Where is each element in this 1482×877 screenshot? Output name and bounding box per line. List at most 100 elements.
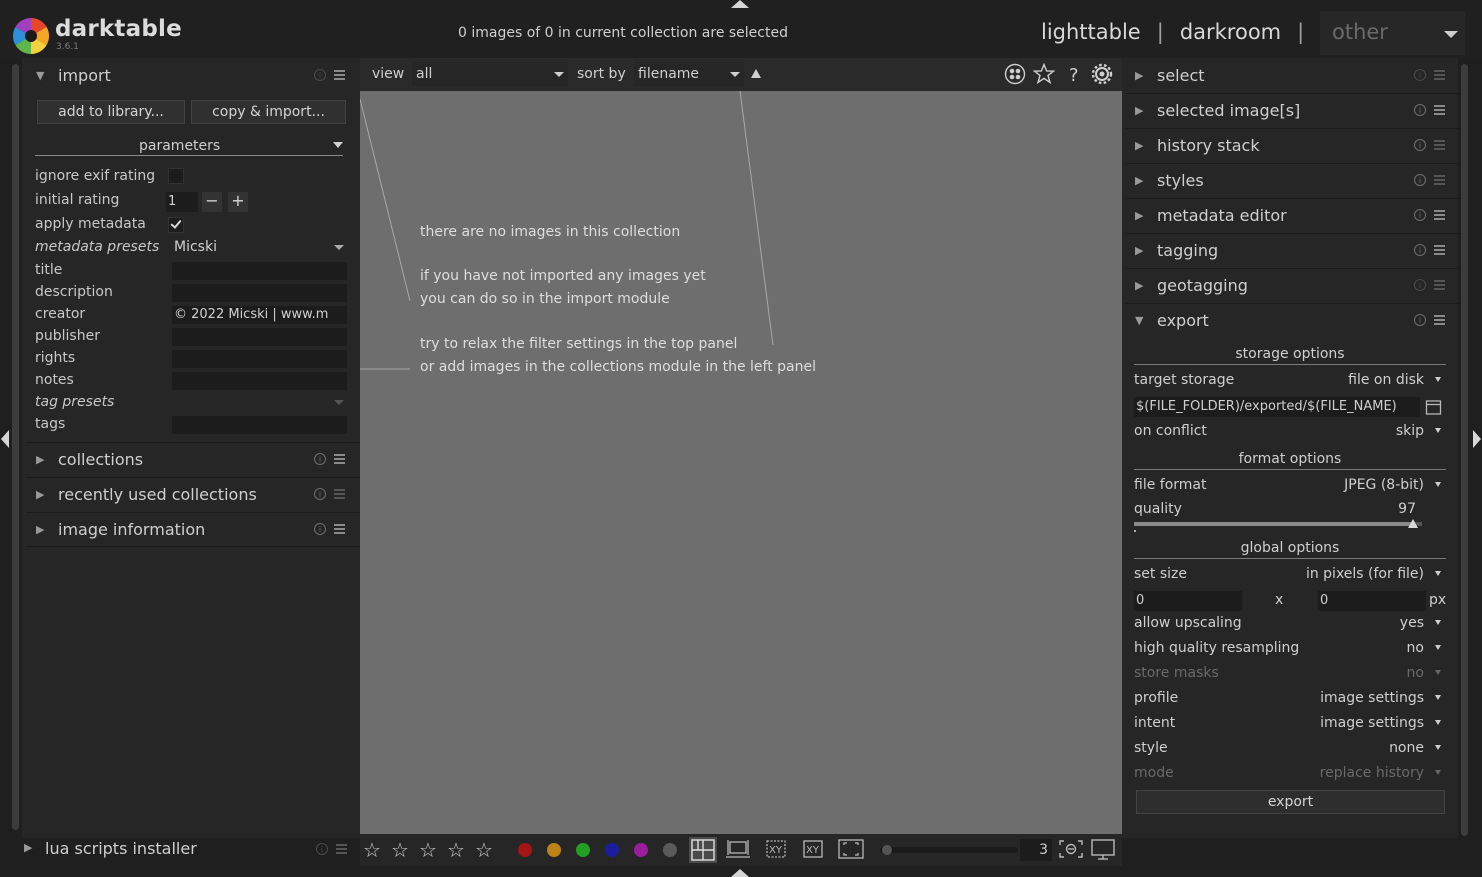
module-header-export[interactable]: ▼ export i (1122, 303, 1460, 337)
quality-slider[interactable] (1134, 522, 1422, 526)
focus-peaking-icon[interactable] (1058, 838, 1084, 860)
reset-icon[interactable]: i (314, 523, 326, 535)
presets-menu-icon[interactable] (336, 844, 347, 854)
module-header-recently-used-collections[interactable]: ▶ recently used collections i (22, 477, 360, 511)
presets-menu-icon[interactable] (1434, 175, 1445, 185)
reset-icon[interactable]: i (1414, 244, 1426, 256)
apply-metadata-checkbox[interactable] (168, 217, 184, 233)
allow-upscaling-select[interactable]: yes (1400, 615, 1424, 631)
export-button[interactable]: export (1136, 790, 1445, 814)
view-filter-select[interactable]: all (412, 62, 568, 86)
color-labels-filter-icon[interactable] (1004, 63, 1026, 85)
module-header-collections[interactable]: ▶ collections i (22, 442, 360, 476)
module-header-select[interactable]: ▶ select i (1122, 58, 1460, 92)
collapse-right-panel-arrow-icon[interactable] (1473, 430, 1481, 448)
right-panel-scrollbar[interactable] (1461, 64, 1468, 836)
culling-layout-icon[interactable]: XY (763, 838, 789, 860)
star-1-icon[interactable]: ☆ (363, 838, 381, 862)
star-4-icon[interactable]: ☆ (447, 838, 465, 862)
quality-slider-handle[interactable] (1408, 519, 1419, 528)
help-icon[interactable]: ? (1062, 63, 1084, 85)
yellow-label-button[interactable] (547, 843, 561, 857)
presets-menu-icon[interactable] (1434, 105, 1445, 115)
gear-icon[interactable] (1091, 63, 1113, 85)
display-profile-icon[interactable] (1090, 838, 1116, 860)
module-header-image-information[interactable]: ▶ image information i (22, 512, 360, 546)
presets-menu-icon[interactable] (334, 489, 345, 499)
creator-input[interactable]: © 2022 Micski | www.m (172, 306, 347, 324)
presets-menu-icon[interactable] (1434, 315, 1445, 325)
tags-input[interactable] (172, 416, 347, 434)
reset-icon[interactable]: i (316, 843, 328, 855)
profile-select[interactable]: image settings (1320, 690, 1424, 706)
presets-menu-icon[interactable] (1434, 245, 1445, 255)
hq-resampling-select[interactable]: no (1407, 640, 1424, 656)
tag-presets-select[interactable] (172, 394, 347, 412)
zoomable-layout-icon[interactable] (725, 838, 751, 860)
rating-increase-button[interactable]: + (228, 192, 248, 212)
rating-decrease-button[interactable]: − (202, 192, 222, 212)
copy-and-import-button[interactable]: copy & import... (191, 100, 346, 124)
blue-label-button[interactable] (605, 843, 619, 857)
reset-icon[interactable]: i (1414, 139, 1426, 151)
star-2-icon[interactable]: ☆ (391, 838, 409, 862)
folder-browse-icon[interactable] (1425, 399, 1442, 416)
red-label-button[interactable] (518, 843, 532, 857)
module-header-metadata-editor[interactable]: ▶ metadata editor i (1122, 198, 1460, 232)
title-input[interactable] (172, 262, 347, 280)
module-header-selected-images[interactable]: ▶ selected image[s] i (1122, 93, 1460, 127)
ignore-exif-checkbox[interactable] (168, 168, 184, 184)
module-header-styles[interactable]: ▶ styles i (1122, 163, 1460, 197)
file-format-select[interactable]: JPEG (8-bit) (1344, 477, 1424, 493)
intent-select[interactable]: image settings (1320, 715, 1424, 731)
height-input[interactable]: 0 (1318, 591, 1426, 611)
on-conflict-select[interactable]: skip (1396, 423, 1424, 439)
sort-ascending-icon[interactable] (751, 69, 761, 78)
presets-menu-icon[interactable] (334, 454, 345, 464)
reset-icon[interactable]: i (1414, 69, 1426, 81)
reset-icon[interactable]: i (1414, 104, 1426, 116)
presets-menu-icon[interactable] (334, 70, 345, 80)
presets-menu-icon[interactable] (1434, 210, 1445, 220)
star-5-icon[interactable]: ☆ (475, 838, 493, 862)
thumbnail-zoom-slider[interactable] (880, 847, 1018, 853)
lighttable-center-view[interactable]: there are no images in this collection i… (360, 91, 1122, 834)
rights-input[interactable] (172, 350, 347, 368)
collapse-parameters-icon[interactable] (333, 142, 343, 148)
collapse-bottom-panel-arrow-icon[interactable] (731, 869, 749, 877)
reset-icon[interactable]: i (314, 488, 326, 500)
purple-label-button[interactable] (634, 843, 648, 857)
green-label-button[interactable] (576, 843, 590, 857)
other-views-dropdown[interactable]: other (1320, 11, 1465, 55)
notes-input[interactable] (172, 372, 347, 390)
view-lighttable-link[interactable]: lighttable (1041, 20, 1141, 44)
presets-menu-icon[interactable] (1434, 280, 1445, 290)
module-header-history-stack[interactable]: ▶ history stack i (1122, 128, 1460, 162)
width-input[interactable]: 0 (1134, 591, 1242, 611)
filemanager-layout-icon[interactable] (689, 837, 717, 863)
collapse-left-panel-arrow-icon[interactable] (1, 430, 9, 448)
reset-icon[interactable]: i (314, 453, 326, 465)
preview-layout-icon[interactable] (838, 838, 864, 860)
presets-menu-icon[interactable] (1434, 70, 1445, 80)
presets-menu-icon[interactable] (334, 524, 345, 534)
reset-icon[interactable]: i (1414, 314, 1426, 326)
add-to-library-button[interactable]: add to library... (37, 100, 185, 124)
set-size-select[interactable]: in pixels (for file) (1306, 566, 1424, 582)
parameters-section-label[interactable]: parameters (139, 138, 220, 154)
sort-by-select[interactable]: filename (634, 62, 744, 86)
left-panel-scrollbar[interactable] (12, 64, 19, 830)
initial-rating-input[interactable]: 1 (166, 192, 198, 212)
star-rating-filter-icon[interactable] (1033, 63, 1055, 85)
target-storage-select[interactable]: file on disk (1348, 372, 1424, 388)
style-select[interactable]: none (1389, 740, 1424, 756)
culling-dynamic-layout-icon[interactable]: XY (800, 838, 826, 860)
module-header-import[interactable]: ▼ import i (22, 58, 360, 92)
reset-icon[interactable]: i (1414, 209, 1426, 221)
view-darkroom-link[interactable]: darkroom (1180, 20, 1281, 44)
clear-label-button[interactable] (663, 843, 677, 857)
module-header-geotagging[interactable]: ▶ geotagging i (1122, 268, 1460, 302)
reset-icon[interactable]: i (1414, 174, 1426, 186)
star-3-icon[interactable]: ☆ (419, 838, 437, 862)
reset-icon[interactable]: i (1414, 279, 1426, 291)
